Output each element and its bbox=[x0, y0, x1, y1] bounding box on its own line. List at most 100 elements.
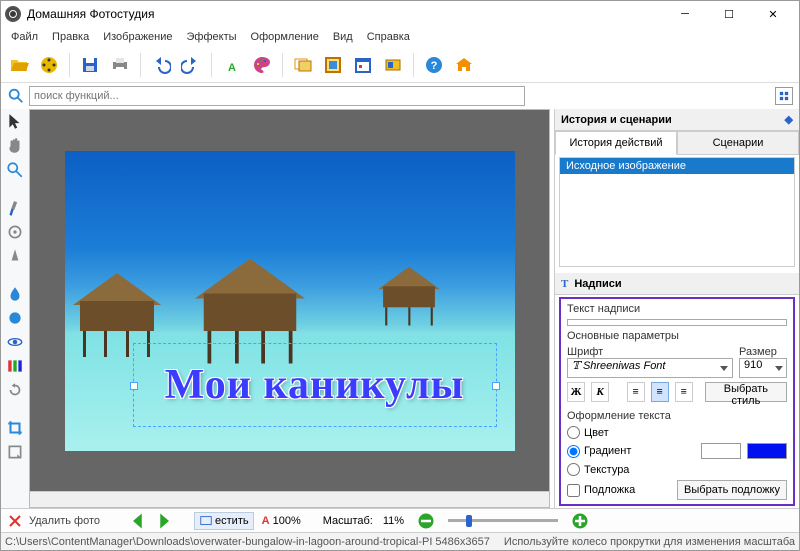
text-icon: T bbox=[561, 278, 568, 290]
align-right-button[interactable]: ≡ bbox=[675, 382, 693, 402]
opt-underlay[interactable]: Подложка bbox=[567, 484, 635, 497]
font-label: Шрифт bbox=[567, 346, 733, 358]
opt-texture[interactable]: Текстура bbox=[567, 463, 787, 476]
canvas[interactable]: Мои каникулы bbox=[30, 110, 549, 491]
choose-style-button[interactable]: Выбрать стиль bbox=[705, 382, 787, 402]
hand-tool[interactable] bbox=[6, 137, 24, 155]
save-button[interactable] bbox=[76, 51, 104, 79]
search-row bbox=[1, 83, 799, 109]
italic-button[interactable]: К bbox=[591, 382, 609, 402]
circle-tool[interactable] bbox=[6, 309, 24, 327]
fit-screen-button[interactable]: естить bbox=[194, 512, 254, 530]
zoom-in-button[interactable] bbox=[570, 511, 590, 531]
menu-bar: Файл Правка Изображение Эффекты Оформлен… bbox=[1, 27, 799, 47]
menu-image[interactable]: Изображение bbox=[97, 29, 178, 45]
zoom-tool[interactable] bbox=[6, 161, 24, 179]
calendar-button[interactable] bbox=[349, 51, 377, 79]
zoom-slider[interactable] bbox=[448, 519, 558, 522]
rotate-tool[interactable] bbox=[6, 381, 24, 399]
menu-design[interactable]: Оформление bbox=[245, 29, 325, 45]
status-hint: Используйте колесо прокрутки для изменен… bbox=[504, 536, 795, 548]
resize-tool[interactable] bbox=[6, 443, 24, 461]
text-selection[interactable]: Мои каникулы bbox=[133, 343, 497, 427]
blur-tool[interactable] bbox=[6, 285, 24, 303]
help-button[interactable]: ? bbox=[420, 51, 448, 79]
text-design-label: Оформление текста bbox=[567, 410, 787, 422]
zoom-label: Масштаб: bbox=[323, 515, 373, 527]
canvas-scrollbar[interactable] bbox=[30, 491, 549, 507]
print-button[interactable] bbox=[106, 51, 134, 79]
main-toolbar: A ? bbox=[1, 47, 799, 83]
zoom-100-button[interactable]: A 100% bbox=[260, 511, 303, 531]
title-bar: Домашняя Фотостудия ─ ☐ ✕ bbox=[1, 1, 799, 27]
filmstrip-button[interactable] bbox=[379, 51, 407, 79]
tab-history[interactable]: История действий bbox=[555, 131, 677, 155]
caption-text-input[interactable] bbox=[567, 319, 787, 326]
history-panel-header: История и сценарии ◆ bbox=[555, 109, 799, 131]
menu-effects[interactable]: Эффекты bbox=[181, 29, 243, 45]
right-panel: История и сценарии ◆ История действий Сц… bbox=[554, 109, 799, 508]
collapse-icon[interactable]: ◆ bbox=[785, 113, 793, 126]
prev-button[interactable] bbox=[128, 511, 148, 531]
overlay-text[interactable]: Мои каникулы bbox=[165, 361, 465, 409]
text-properties-panel: Текст надписи Основные параметры Шрифт 𝕋… bbox=[559, 297, 795, 506]
gradient-color-1[interactable] bbox=[701, 443, 741, 459]
svg-text:?: ? bbox=[431, 60, 438, 72]
svg-text:A: A bbox=[228, 62, 236, 74]
home-button[interactable] bbox=[450, 51, 478, 79]
opt-gradient[interactable]: Градиент bbox=[567, 445, 631, 458]
delete-icon bbox=[7, 513, 23, 529]
history-list[interactable]: Исходное изображение bbox=[559, 157, 795, 267]
tab-scenarios[interactable]: Сценарии bbox=[677, 131, 799, 155]
search-icon bbox=[7, 87, 25, 105]
text-label: Текст надписи bbox=[567, 303, 787, 315]
history-item[interactable]: Исходное изображение bbox=[560, 158, 794, 174]
params-label: Основные параметры bbox=[567, 330, 787, 342]
opt-color[interactable]: Цвет bbox=[567, 426, 787, 439]
left-toolbox bbox=[1, 109, 29, 508]
gradient-color-2[interactable] bbox=[747, 443, 787, 459]
zoom-out-button[interactable] bbox=[416, 511, 436, 531]
menu-help[interactable]: Справка bbox=[361, 29, 416, 45]
status-bar: C:\Users\ContentManager\Downloads\overwa… bbox=[1, 532, 799, 550]
menu-edit[interactable]: Правка bbox=[46, 29, 95, 45]
gallery-button[interactable] bbox=[289, 51, 317, 79]
close-button[interactable]: ✕ bbox=[751, 1, 795, 27]
palette-button[interactable] bbox=[248, 51, 276, 79]
delete-photo-button[interactable]: Удалить фото bbox=[29, 515, 100, 527]
open-button[interactable] bbox=[5, 51, 33, 79]
next-button[interactable] bbox=[154, 511, 174, 531]
bold-button[interactable]: Ж bbox=[567, 382, 585, 402]
adjust-tool[interactable] bbox=[6, 223, 24, 241]
choose-underlay-button[interactable]: Выбрать подложку bbox=[677, 480, 787, 500]
sharpen-tool[interactable] bbox=[6, 247, 24, 265]
captions-panel-header: T Надписи bbox=[555, 273, 799, 295]
panel-grid-icon[interactable] bbox=[775, 87, 793, 105]
app-icon bbox=[5, 6, 21, 22]
status-path: C:\Users\ContentManager\Downloads\overwa… bbox=[5, 536, 490, 548]
maximize-button[interactable]: ☐ bbox=[707, 1, 751, 27]
photo[interactable]: Мои каникулы bbox=[65, 151, 515, 451]
font-select[interactable]: 𝕋 Shreeniwas Font bbox=[567, 358, 733, 378]
size-label: Размер bbox=[739, 346, 787, 358]
canvas-area: Мои каникулы bbox=[29, 109, 550, 508]
undo-button[interactable] bbox=[147, 51, 175, 79]
pointer-tool[interactable] bbox=[6, 113, 24, 131]
align-center-button[interactable]: ≡ bbox=[651, 382, 669, 402]
bottom-bar: Удалить фото естить A 100% Масштаб: 11% bbox=[1, 508, 799, 532]
menu-view[interactable]: Вид bbox=[327, 29, 359, 45]
size-select[interactable]: 910 bbox=[739, 358, 787, 378]
text-tool-button[interactable]: A bbox=[218, 51, 246, 79]
brush-tool[interactable] bbox=[6, 199, 24, 217]
search-input[interactable] bbox=[29, 86, 525, 106]
rgb-tool[interactable] bbox=[6, 357, 24, 375]
minimize-button[interactable]: ─ bbox=[663, 1, 707, 27]
crop-tool[interactable] bbox=[6, 419, 24, 437]
filmreel-button[interactable] bbox=[35, 51, 63, 79]
menu-file[interactable]: Файл bbox=[5, 29, 44, 45]
align-left-button[interactable]: ≡ bbox=[627, 382, 645, 402]
zoom-value: 11% bbox=[383, 515, 404, 527]
eye-tool[interactable] bbox=[6, 333, 24, 351]
redo-button[interactable] bbox=[177, 51, 205, 79]
frame-button[interactable] bbox=[319, 51, 347, 79]
